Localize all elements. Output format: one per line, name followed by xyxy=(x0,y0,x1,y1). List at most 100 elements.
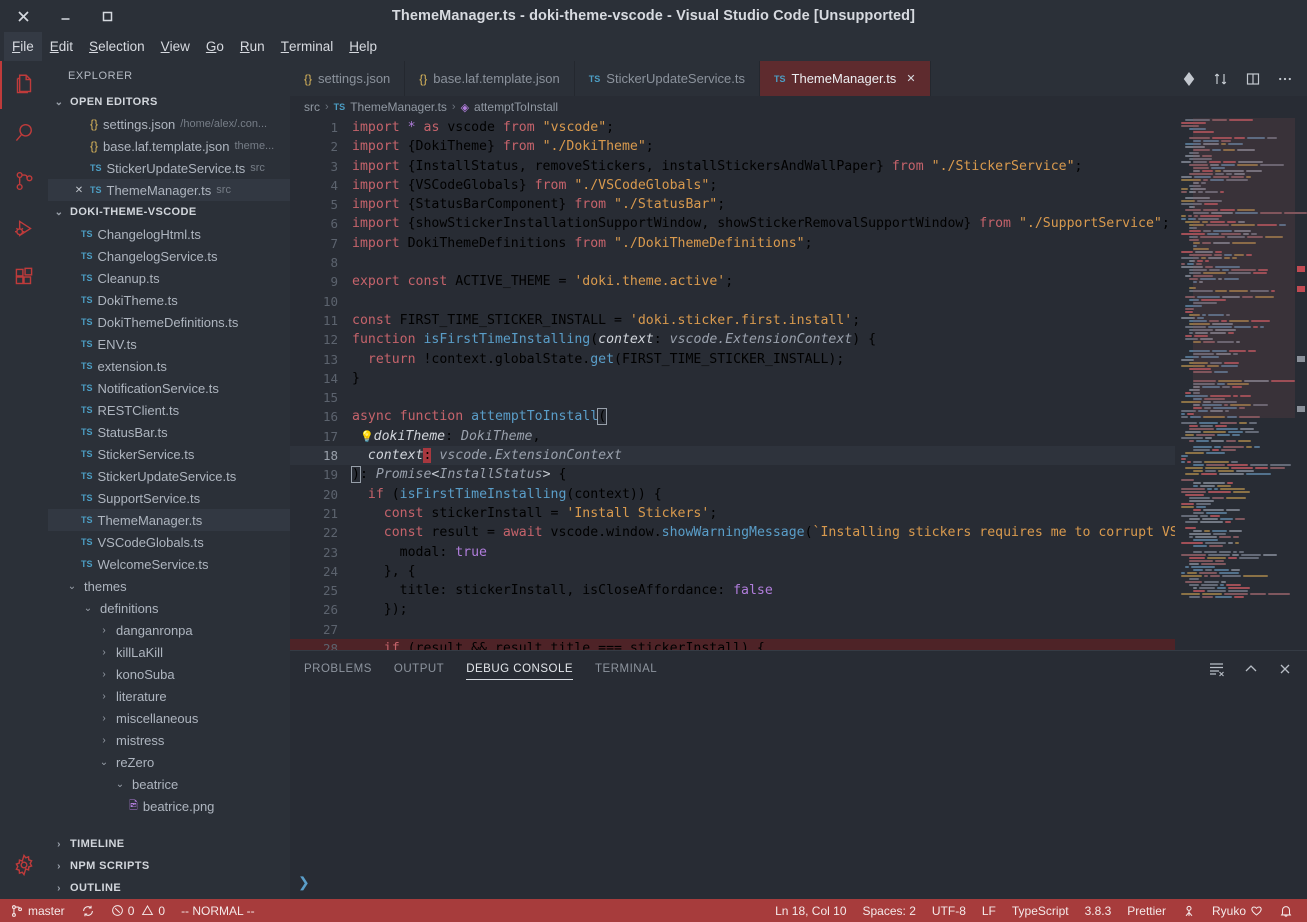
run-debug-icon[interactable] xyxy=(1181,71,1197,87)
sidebar-section-outline[interactable]: › OUTLINE xyxy=(48,877,290,899)
ts-icon: TS xyxy=(81,537,93,547)
file-tree-item[interactable]: TS extension.ts xyxy=(48,355,290,377)
file-tree-item[interactable]: TS ChangelogHtml.ts xyxy=(48,223,290,245)
file-tree-item[interactable]: TS StickerService.ts xyxy=(48,443,290,465)
file-tree-item[interactable]: TS StatusBar.ts xyxy=(48,421,290,443)
close-panel-icon[interactable] xyxy=(1277,661,1293,677)
editor-tab[interactable]: TS StickerUpdateService.ts xyxy=(574,61,761,96)
close-icon[interactable]: ✕ xyxy=(906,72,915,85)
close-icon[interactable] xyxy=(12,5,34,27)
file-tree-item[interactable]: › danganronpa xyxy=(48,619,290,641)
debug-console-body[interactable]: ❯ xyxy=(290,686,1307,899)
status-problems-item[interactable]: 0 0 xyxy=(103,899,173,922)
breadcrumb-item[interactable]: ThemeManager.ts xyxy=(350,100,447,114)
menu-item-edit[interactable]: Edit xyxy=(42,32,81,61)
file-tree-item[interactable]: › miscellaneous xyxy=(48,707,290,729)
file-tree-item[interactable]: TS ChangelogService.ts xyxy=(48,245,290,267)
status-doki-theme-item[interactable]: Ryuko xyxy=(1204,899,1271,922)
status-error-count: 0 xyxy=(127,903,135,918)
status-remote-item[interactable] xyxy=(1174,899,1204,922)
activity-extensions-icon[interactable] xyxy=(0,253,48,301)
status-ts-version-item[interactable]: 3.8.3 xyxy=(1077,899,1120,922)
status-sync-item[interactable] xyxy=(73,899,103,922)
file-tree-item[interactable]: ⌄ reZero xyxy=(48,751,290,773)
activity-search-icon[interactable] xyxy=(0,109,48,157)
file-tree-item[interactable]: TS StickerUpdateService.ts xyxy=(48,465,290,487)
minimize-icon[interactable] xyxy=(54,5,76,27)
code-editor[interactable]: 1 import * as vscode from "vscode"; 2 impor… xyxy=(290,118,1307,711)
status-encoding-item[interactable]: UTF-8 xyxy=(924,899,974,922)
more-actions-icon[interactable] xyxy=(1277,71,1293,87)
status-branch-item[interactable]: master xyxy=(0,899,73,922)
file-tree-item[interactable]: ⌄ definitions xyxy=(48,597,290,619)
close-icon[interactable]: ✕ xyxy=(73,185,85,196)
activity-source-control-icon[interactable] xyxy=(0,157,48,205)
file-tree-item[interactable]: TS RESTClient.ts xyxy=(48,399,290,421)
open-editor-item[interactable]: TS StickerUpdateService.ts src xyxy=(48,157,290,179)
panel-tab-output[interactable]: OUTPUT xyxy=(394,651,444,686)
file-tree-item[interactable]: TS WelcomeService.ts xyxy=(48,553,290,575)
file-tree-item[interactable]: › konoSuba xyxy=(48,663,290,685)
activity-explorer-icon[interactable] xyxy=(0,61,48,109)
activity-run-and-debug-icon[interactable] xyxy=(0,205,48,253)
panel-tab-debug-console[interactable]: DEBUG CONSOLE xyxy=(466,651,573,686)
file-tree-item[interactable]: TS SupportService.ts xyxy=(48,487,290,509)
open-editors-header[interactable]: ⌄ OPEN EDITORS xyxy=(48,91,290,113)
clear-console-icon[interactable] xyxy=(1208,660,1225,677)
status-cursor-position-item[interactable]: Ln 18, Col 10 xyxy=(767,899,854,922)
file-tree-item[interactable]: › killLaKill xyxy=(48,641,290,663)
editor-tab[interactable]: {} settings.json xyxy=(290,61,406,96)
menu-item-help[interactable]: Help xyxy=(341,32,385,61)
debug-console-prompt[interactable]: ❯ xyxy=(298,874,310,891)
file-tree-item[interactable]: TS ThemeManager.ts xyxy=(48,509,290,531)
file-tree-item[interactable]: TS DokiThemeDefinitions.ts xyxy=(48,311,290,333)
menu-item-terminal[interactable]: Terminal xyxy=(273,32,342,61)
menu-item-file[interactable]: File xyxy=(4,32,42,61)
editor-tab[interactable]: {} base.laf.template.json xyxy=(405,61,575,96)
line-content: async function attemptToInstall( xyxy=(352,408,608,426)
status-notifications-item[interactable] xyxy=(1271,899,1301,922)
file-tree-item[interactable]: TS NotificationService.ts xyxy=(48,377,290,399)
menu-item-run[interactable]: Run xyxy=(232,32,273,61)
maximize-icon[interactable] xyxy=(96,5,118,27)
split-sync-icon[interactable] xyxy=(1213,71,1229,87)
panel-actions xyxy=(1208,660,1307,677)
file-tree-item[interactable]: TS DokiTheme.ts xyxy=(48,289,290,311)
editor-tab[interactable]: TS ThemeManager.ts ✕ xyxy=(760,61,931,96)
file-tree-item[interactable]: ⌄ beatrice xyxy=(48,773,290,795)
panel-tab-terminal[interactable]: TERMINAL xyxy=(595,651,657,686)
panel-tab-bar: PROBLEMS OUTPUT DEBUG CONSOLE TERMINAL xyxy=(290,651,1307,686)
file-tree-item[interactable]: › mistress xyxy=(48,729,290,751)
status-eol-item[interactable]: LF xyxy=(974,899,1004,922)
menu-item-selection[interactable]: Selection xyxy=(81,32,153,61)
ts-icon: TS xyxy=(774,73,786,84)
file-tree-item[interactable]: TS Cleanup.ts xyxy=(48,267,290,289)
file-tree-item[interactable]: ⌄ themes xyxy=(48,575,290,597)
file-tree-item[interactable]: TS ENV.ts xyxy=(48,333,290,355)
sidebar-section-timeline[interactable]: › TIMELINE xyxy=(48,833,290,855)
collapse-panel-icon[interactable] xyxy=(1243,661,1259,677)
open-editor-item[interactable]: {} base.laf.template.json theme... xyxy=(48,135,290,157)
status-language-mode-item[interactable]: TypeScript xyxy=(1004,899,1077,922)
open-editor-item[interactable]: {} settings.json/home/alex/.con... xyxy=(48,113,290,135)
file-tree-label: Cleanup.ts xyxy=(97,270,160,286)
breadcrumb-item[interactable]: attemptToInstall xyxy=(474,100,558,114)
menu-item-view[interactable]: View xyxy=(153,32,198,61)
activity-settings-gear-icon[interactable] xyxy=(0,841,48,889)
status-formatter-item[interactable]: Prettier xyxy=(1119,899,1174,922)
menu-item-go[interactable]: Go xyxy=(198,32,232,61)
sidebar-section-npm-scripts[interactable]: › NPM SCRIPTS xyxy=(48,855,290,877)
file-tree-item[interactable]: › literature xyxy=(48,685,290,707)
minimap[interactable] xyxy=(1175,118,1307,711)
split-editor-icon[interactable] xyxy=(1245,71,1261,87)
minimap-viewport-slider[interactable] xyxy=(1193,118,1295,418)
panel-tab-problems[interactable]: PROBLEMS xyxy=(304,651,372,686)
project-header[interactable]: ⌄ DOKI-THEME-VSCODE xyxy=(48,201,290,223)
status-vim-mode-item[interactable]: -- NORMAL -- xyxy=(173,899,263,922)
breadcrumb-item[interactable]: src xyxy=(304,100,320,114)
open-editor-item[interactable]: ✕ TS ThemeManager.ts src xyxy=(48,179,290,201)
line-content: import * as vscode from "vscode"; xyxy=(352,120,615,135)
file-tree-item[interactable]: 🖻 beatrice.png xyxy=(48,795,290,817)
status-indentation-item[interactable]: Spaces: 2 xyxy=(855,899,924,922)
file-tree-item[interactable]: TS VSCodeGlobals.ts xyxy=(48,531,290,553)
